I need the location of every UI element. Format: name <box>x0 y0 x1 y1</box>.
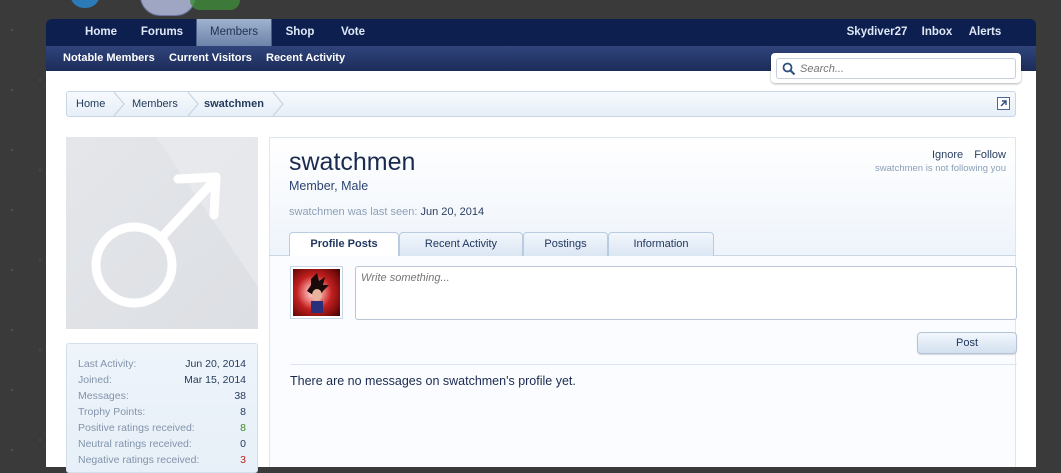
stat-label: Last Activity: <box>78 358 137 370</box>
divider <box>290 364 1017 365</box>
follow-status: swatchmen is not following you <box>875 163 1006 174</box>
avatar-figure-icon <box>307 273 329 313</box>
subnav-notable-members[interactable]: Notable Members <box>63 46 155 71</box>
last-seen-date: Jun 20, 2014 <box>420 206 485 218</box>
stat-trophy-points: Trophy Points: 8 <box>78 404 246 420</box>
stat-neutral-ratings: Neutral ratings received: 0 <box>78 436 246 452</box>
search-icon <box>782 62 796 76</box>
nav-alerts-link[interactable]: Alerts <box>964 19 1006 46</box>
status-message-input[interactable] <box>356 267 1016 319</box>
subnav-recent-activity[interactable]: Recent Activity <box>266 46 345 71</box>
stat-label: Positive ratings received: <box>78 422 195 434</box>
empty-profile-message: There are no messages on swatchmen's pro… <box>290 374 576 388</box>
logo-shape <box>140 0 196 16</box>
profile-user-title: Member, Male <box>289 179 369 193</box>
profile-posts-panel: Post There are no messages on swatchmen'… <box>269 256 1017 467</box>
stat-value: Mar 15, 2014 <box>184 374 246 386</box>
ignore-link[interactable]: Ignore <box>932 149 963 161</box>
site-logo[interactable] <box>60 0 260 18</box>
tab-postings[interactable]: Postings <box>523 232 608 256</box>
nav-tab-forums[interactable]: Forums <box>134 19 190 46</box>
stat-label: Neutral ratings received: <box>78 438 192 450</box>
nav-tab-members[interactable]: Members <box>196 19 272 46</box>
stat-label: Trophy Points: <box>78 406 146 418</box>
stat-value: Jun 20, 2014 <box>185 358 246 370</box>
nav-tab-home[interactable]: Home <box>70 19 132 46</box>
tab-information[interactable]: Information <box>608 232 714 256</box>
profile-username: swatchmen <box>289 148 416 176</box>
page-content: Home Members swatchmen Last Activity: Ju… <box>46 71 1036 473</box>
nav-tab-shop[interactable]: Shop <box>276 19 324 46</box>
stat-value: 3 <box>240 454 246 466</box>
logo-shape <box>70 0 100 8</box>
post-button[interactable]: Post <box>917 332 1017 354</box>
stat-value: 0 <box>240 438 246 450</box>
breadcrumb-members[interactable]: Members <box>132 92 178 116</box>
last-seen-label: swatchmen was last seen: <box>289 206 418 218</box>
stat-value[interactable]: 38 <box>234 388 246 404</box>
profile-last-seen: swatchmen was last seen: Jun 20, 2014 <box>289 206 484 218</box>
current-user-avatar[interactable] <box>290 266 343 319</box>
breadcrumb: Home Members swatchmen <box>66 91 1016 117</box>
stat-positive-ratings: Positive ratings received: 8 <box>78 420 246 436</box>
nav-user-link[interactable]: Skydiver27 <box>840 19 914 46</box>
male-symbol-icon <box>91 137 258 308</box>
jump-to-icon[interactable] <box>997 97 1010 110</box>
nav-inbox-link[interactable]: Inbox <box>918 19 956 46</box>
follow-links: Ignore Follow <box>924 149 1006 161</box>
stat-negative-ratings: Negative ratings received: 3 <box>78 452 246 468</box>
main-navbar: Home Forums Members Shop Vote Skydiver27… <box>46 19 1036 46</box>
search-input[interactable] <box>798 60 1008 77</box>
breadcrumb-separator-icon <box>187 92 199 116</box>
stat-label: Joined: <box>78 374 112 386</box>
tab-recent-activity[interactable]: Recent Activity <box>399 232 523 256</box>
subnav-current-visitors[interactable]: Current Visitors <box>169 46 252 71</box>
tab-profile-posts[interactable]: Profile Posts <box>289 232 399 257</box>
nav-tab-vote[interactable]: Vote <box>332 19 374 46</box>
member-stats: Last Activity: Jun 20, 2014 Joined: Mar … <box>66 343 258 473</box>
stat-messages: Messages: 38 <box>78 388 246 404</box>
breadcrumb-separator-icon <box>113 92 125 116</box>
breadcrumb-home[interactable]: Home <box>76 92 105 116</box>
stat-value: 8 <box>240 422 246 434</box>
breadcrumb-current: swatchmen <box>204 98 264 110</box>
search-box[interactable] <box>776 58 1016 79</box>
follow-link[interactable]: Follow <box>974 149 1006 161</box>
stat-last-activity: Last Activity: Jun 20, 2014 <box>78 356 246 372</box>
status-message-box[interactable] <box>355 266 1017 320</box>
avatar-image <box>293 269 340 316</box>
stat-label: Negative ratings received: <box>78 454 200 466</box>
stat-value[interactable]: 8 <box>240 404 246 420</box>
breadcrumb-separator-icon <box>272 92 284 116</box>
stat-joined: Joined: Mar 15, 2014 <box>78 372 246 388</box>
profile-avatar[interactable] <box>66 137 258 329</box>
search-panel <box>771 53 1021 83</box>
stat-label: Messages: <box>78 390 129 402</box>
logo-shape <box>190 0 240 10</box>
